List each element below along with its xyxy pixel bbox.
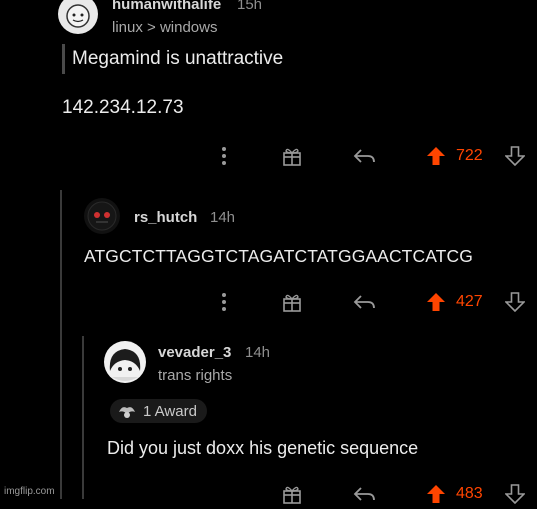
upvote-icon [427, 485, 445, 503]
more-options-button[interactable] [216, 289, 232, 315]
give-award-button[interactable] [279, 481, 305, 507]
thread-line[interactable] [60, 190, 62, 499]
user-flair: linux > windows [112, 19, 218, 36]
upvote-button[interactable] [426, 484, 446, 504]
comment-actions: 722 [0, 143, 537, 169]
downvote-button[interactable] [504, 292, 526, 313]
downvote-icon [504, 146, 526, 167]
upvote-button[interactable] [426, 292, 446, 312]
avatar[interactable] [104, 341, 146, 383]
upvote-icon [427, 293, 445, 311]
reply-icon [353, 149, 375, 163]
comment-actions: 427 [0, 289, 537, 315]
comment-time: 14h [245, 344, 271, 361]
avatar[interactable] [84, 198, 120, 234]
comment-username[interactable]: rs_hutch [134, 209, 197, 226]
reply-button[interactable] [350, 289, 378, 315]
more-vert-icon [222, 293, 226, 311]
award-badge[interactable]: 1 Award [110, 399, 207, 423]
avatar-anime-icon [109, 349, 141, 381]
more-options-button[interactable] [216, 143, 232, 169]
comment-username[interactable]: humanwithalife [112, 0, 221, 13]
avatar[interactable] [58, 0, 98, 34]
gift-award-icon [283, 294, 301, 312]
reply-button[interactable] [350, 143, 378, 169]
reply-button[interactable] [350, 481, 378, 507]
upvote-icon [427, 147, 445, 165]
vote-score: 722 [456, 147, 483, 164]
reply-icon [353, 487, 375, 501]
quote-text: Megamind is unattractive [72, 48, 284, 69]
downvote-icon [504, 484, 526, 505]
gift-award-icon [283, 486, 301, 504]
downvote-button[interactable] [504, 146, 526, 167]
award-count: 1 Award [143, 402, 197, 420]
give-award-button[interactable] [279, 289, 305, 315]
comment-body: Did you just doxx his genetic sequence [107, 438, 419, 458]
avatar-face-icon [66, 4, 90, 28]
vote-score: 483 [456, 485, 483, 502]
award-icon [119, 407, 135, 418]
comment-actions: 483 [0, 481, 537, 507]
give-award-button[interactable] [279, 143, 305, 169]
comment-time: 14h [210, 209, 236, 226]
upvote-button[interactable] [426, 146, 446, 166]
downvote-icon [504, 292, 526, 313]
comment-username[interactable]: vevader_3 [158, 344, 231, 361]
downvote-button[interactable] [504, 484, 526, 505]
quote-bar [62, 44, 65, 74]
reply-icon [353, 295, 375, 309]
more-vert-icon [222, 147, 226, 165]
comment-time: 15h [237, 0, 263, 13]
vote-score: 427 [456, 293, 483, 310]
user-flair: trans rights [158, 367, 233, 384]
gift-award-icon [283, 148, 301, 166]
comment-body: ATGCTCTTAGGTCTAGATCTATGGAACTCATCG [84, 246, 473, 266]
watermark: imgflip.com [4, 486, 55, 497]
comment-body: 142.234.12.73 [62, 97, 184, 118]
thread-line[interactable] [82, 336, 84, 499]
avatar-robot-icon [87, 201, 117, 231]
